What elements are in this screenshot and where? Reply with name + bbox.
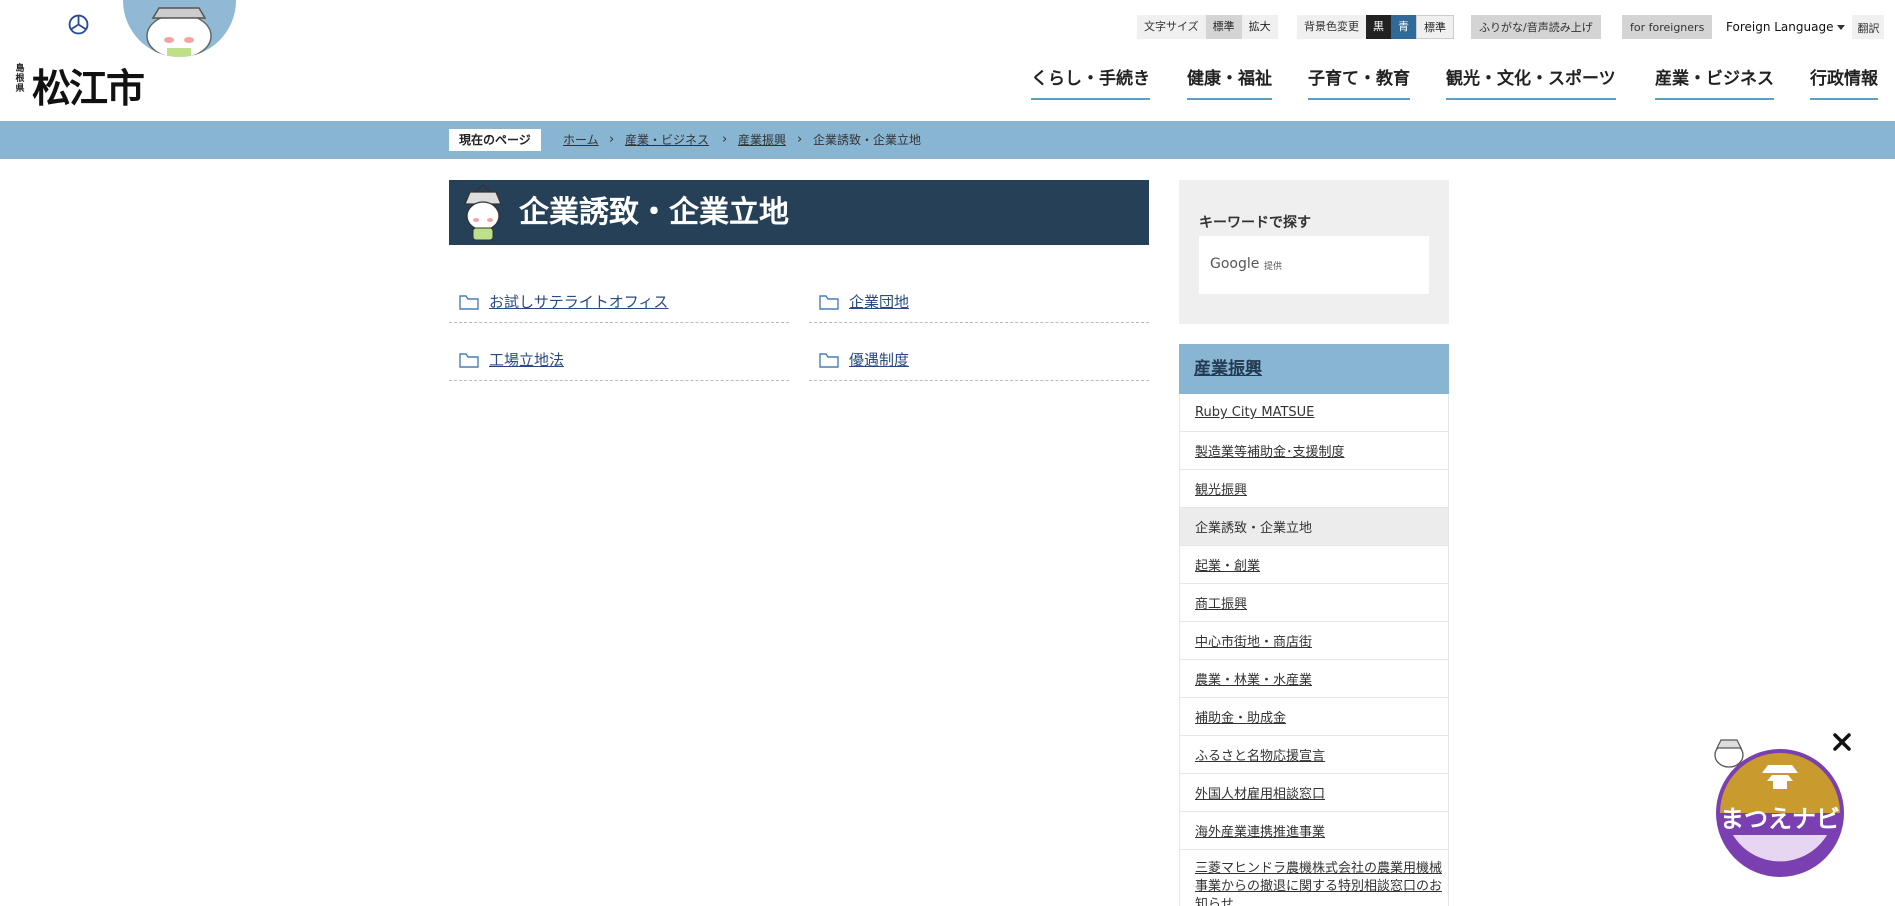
translate-label: 翻訳 <box>1852 15 1885 39</box>
sidebar-item-commerce[interactable]: 商工振興 <box>1180 584 1448 622</box>
page-title: 企業誘致・企業立地 <box>519 195 789 230</box>
category-label: 工場立地法 <box>489 351 565 369</box>
category-label: お試しサテライトオフィス <box>489 293 669 311</box>
matsue-navi-icon: まつえナビ <box>1714 739 1844 877</box>
google-brand: Google <box>1210 256 1260 272</box>
category-link[interactable]: お試しサテライトオフィス <box>449 281 789 323</box>
folder-icon <box>819 294 839 310</box>
mascot-icon <box>464 184 502 241</box>
sidebar-section-title[interactable]: 産業振興 <box>1179 344 1449 394</box>
bg-blue-button[interactable]: 青 <box>1391 15 1416 39</box>
bg-standard-button[interactable]: 標準 <box>1416 15 1454 39</box>
page-title-banner: 企業誘致・企業立地 <box>449 180 1149 245</box>
sidebar-item-mitsubishi-mahindra[interactable]: 三菱マヒンドラ農機株式会社の農業用機械事業からの撤退に関する特別相談窓口のお知ら… <box>1180 850 1448 906</box>
sidebar-item-ruby-city[interactable]: Ruby City MATSUE <box>1180 394 1448 432</box>
sidebar-item-grants[interactable]: 補助金・助成金 <box>1180 698 1448 736</box>
bg-color-label: 背景色変更 <box>1297 15 1366 39</box>
city-emblem-icon <box>68 14 89 35</box>
category-link[interactable]: 工場立地法 <box>449 339 789 381</box>
logo-prefecture: 島根県 <box>15 64 25 94</box>
chevron-down-icon <box>1837 24 1846 30</box>
language-selector[interactable]: Foreign Language 翻訳 <box>1719 15 1885 39</box>
folder-icon <box>459 294 479 310</box>
nav-administration[interactable]: 行政情報 <box>1810 64 1878 100</box>
logo-city-name: 松江市 <box>32 67 145 112</box>
sidebar-item-furusato[interactable]: ふるさと名物応援宣言 <box>1180 736 1448 774</box>
breadcrumb-separator-icon: › <box>609 132 615 147</box>
matsue-navi-badge[interactable]: まつえナビ <box>1707 735 1857 880</box>
breadcrumb-industry-business[interactable]: 産業・ビジネス <box>625 131 709 149</box>
nav-tourism-culture-sports[interactable]: 観光・文化・スポーツ <box>1446 64 1616 100</box>
site-header: 島根県 松江市 文字サイズ 標準 拡大 背景色変更 黒 青 標準 ふりがな/音声… <box>0 0 1895 121</box>
for-foreigners-button[interactable]: for foreigners <box>1622 15 1713 39</box>
sidebar-item-startup[interactable]: 起業・創業 <box>1180 546 1448 584</box>
furigana-button[interactable]: ふりがな/音声読み上げ <box>1471 15 1601 39</box>
breadcrumb-industry-promotion[interactable]: 産業振興 <box>738 131 786 149</box>
folder-icon <box>459 352 479 368</box>
language-select-label: Foreign Language <box>1726 20 1834 34</box>
nav-living[interactable]: くらし・手続き <box>1031 64 1150 100</box>
folder-icon <box>819 352 839 368</box>
nav-childcare-education[interactable]: 子育て・教育 <box>1308 64 1410 100</box>
category-label: 優遇制度 <box>849 351 910 369</box>
category-label: 企業団地 <box>849 293 910 311</box>
sidebar-item-manufacturing-subsidy[interactable]: 製造業等補助金･支援制度 <box>1180 432 1448 470</box>
nav-industry-business[interactable]: 産業・ビジネス <box>1655 64 1774 100</box>
bg-black-button[interactable]: 黒 <box>1366 15 1391 39</box>
google-provided-label: 提供 <box>1264 262 1283 272</box>
sidebar-list: Ruby City MATSUE 製造業等補助金･支援制度 観光振興 企業誘致・… <box>1179 394 1449 906</box>
breadcrumb-separator-icon: › <box>797 132 803 147</box>
sidebar-item-business-attraction: 企業誘致・企業立地 <box>1180 508 1448 546</box>
font-size-controls: 文字サイズ 標準 拡大 <box>1137 15 1278 39</box>
category-link[interactable]: 優遇制度 <box>809 339 1149 381</box>
sidebar-item-downtown[interactable]: 中心市街地・商店街 <box>1180 622 1448 660</box>
search-input[interactable]: Google 提供 <box>1199 236 1429 294</box>
breadcrumb-current: 企業誘致・企業立地 <box>813 133 922 147</box>
breadcrumb-separator-icon: › <box>722 132 728 147</box>
matsue-navi-label: まつえナビ <box>1720 805 1840 833</box>
search-title: キーワードで探す <box>1199 215 1311 231</box>
breadcrumb-label: 現在のページ <box>449 129 541 151</box>
sidebar-item-agriculture[interactable]: 農業・林業・水産業 <box>1180 660 1448 698</box>
nav-health-welfare[interactable]: 健康・福祉 <box>1187 64 1272 100</box>
breadcrumb-home[interactable]: ホーム <box>563 131 599 149</box>
font-size-large-button[interactable]: 拡大 <box>1241 15 1278 39</box>
breadcrumb: 現在のページ <box>0 121 1895 159</box>
sidebar-item-overseas[interactable]: 海外産業連携推進事業 <box>1180 812 1448 850</box>
font-size-standard-button[interactable]: 標準 <box>1205 15 1242 39</box>
font-size-label: 文字サイズ <box>1137 15 1206 39</box>
site-logo[interactable]: 島根県 松江市 <box>14 14 145 112</box>
bg-color-controls: 背景色変更 黒 青 標準 <box>1297 15 1454 39</box>
category-link[interactable]: 企業団地 <box>809 281 1149 323</box>
language-select[interactable]: Foreign Language <box>1719 15 1852 39</box>
sidebar-item-tourism[interactable]: 観光振興 <box>1180 470 1448 508</box>
keyword-search-box: キーワードで探す Google 提供 <box>1179 180 1449 324</box>
sidebar-item-foreign-workers[interactable]: 外国人材雇用相談窓口 <box>1180 774 1448 812</box>
